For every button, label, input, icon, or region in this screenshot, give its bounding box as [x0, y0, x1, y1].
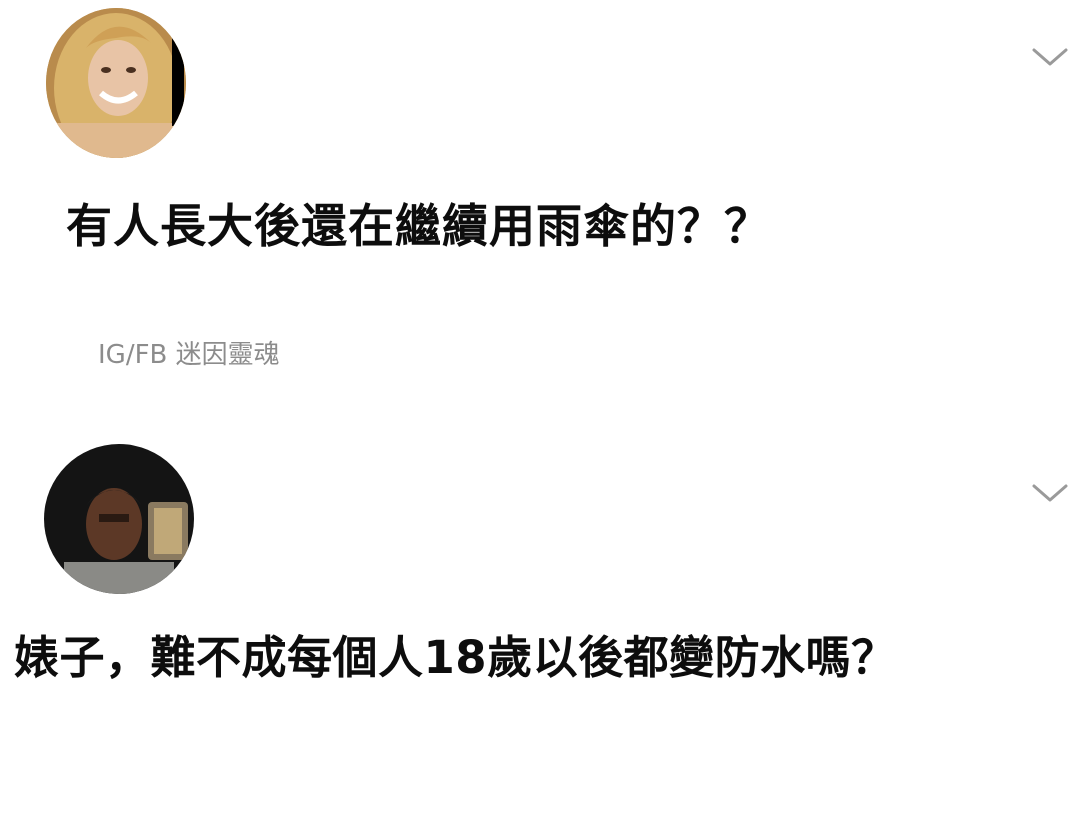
post-text: 婊子，難不成每個人18歲以後都變防水嗎？	[14, 631, 897, 684]
chevron-down-icon	[1032, 484, 1068, 502]
user-avatar-man-selfie-icon	[44, 444, 194, 594]
post-text: 有人長大後還在繼續用雨傘的？？	[66, 199, 771, 253]
chevron-down-icon	[1032, 48, 1068, 66]
post-2: 婊子，難不成每個人18歲以後都變防水嗎？	[0, 430, 1080, 730]
watermark-text: IG/FB 迷因靈魂	[98, 340, 280, 370]
post-menu-chevron[interactable]	[1030, 44, 1070, 70]
post-menu-chevron[interactable]	[1030, 480, 1070, 506]
avatar[interactable]	[44, 444, 194, 594]
avatar[interactable]	[46, 8, 186, 158]
user-avatar-blonde-woman-icon	[46, 8, 186, 158]
post-1: 有人長大後還在繼續用雨傘的？？	[0, 0, 1080, 320]
